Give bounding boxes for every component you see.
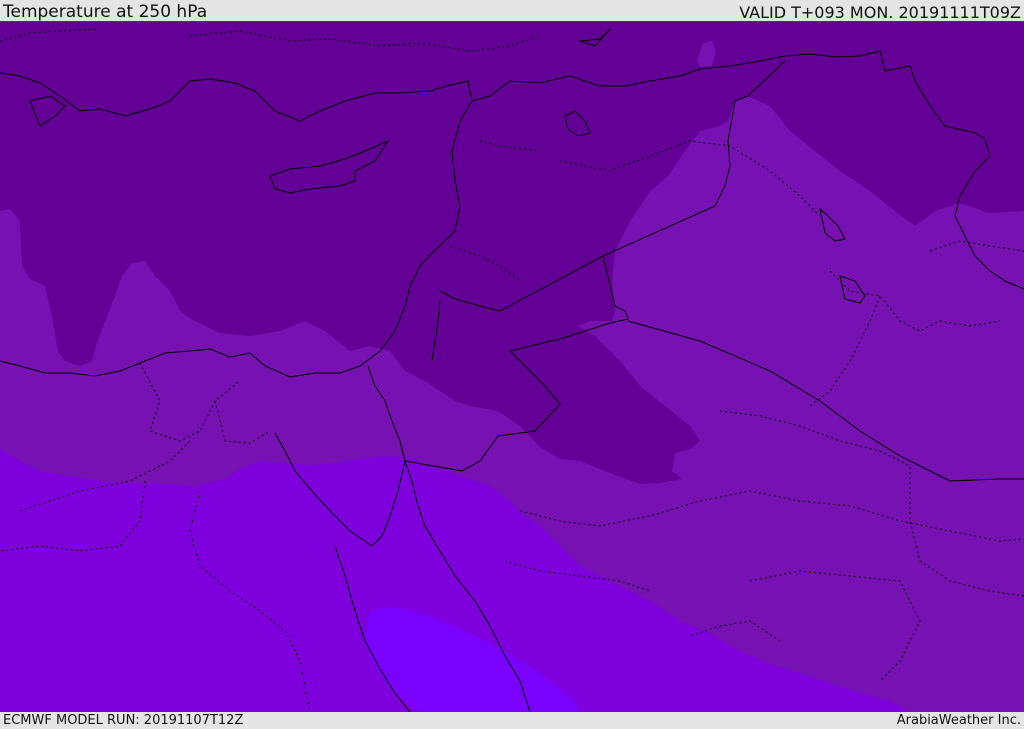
model-run: ECMWF MODEL RUN: 20191107T12Z (3, 713, 244, 728)
valid-time: VALID T+093 MON. 20191111T09Z (739, 3, 1021, 22)
credit-label: ArabiaWeather Inc. (896, 713, 1021, 728)
temperature-map[interactable] (0, 21, 1024, 712)
header-bar: Temperature at 250 hPa VALID T+093 MON. … (0, 0, 1024, 22)
footer-bar: ECMWF MODEL RUN: 20191107T12Z ArabiaWeat… (0, 712, 1024, 729)
map-title: Temperature at 250 hPa (3, 2, 208, 22)
